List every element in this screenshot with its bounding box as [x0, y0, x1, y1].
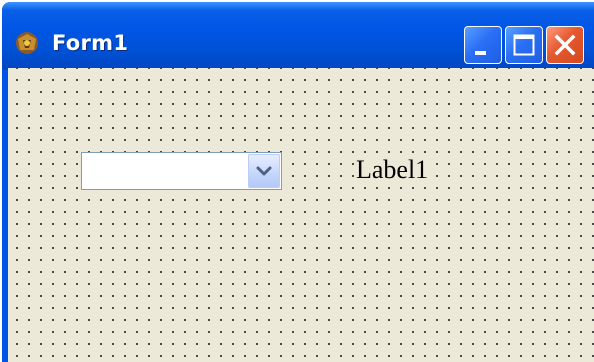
- title-bar[interactable]: Form1: [2, 2, 594, 70]
- form-window: Form1 Label1: [2, 2, 594, 362]
- window-title: Form1: [52, 31, 129, 55]
- close-button[interactable]: [546, 26, 584, 64]
- chevron-down-icon: [256, 166, 272, 176]
- minimize-icon: [475, 51, 486, 55]
- close-icon: [554, 34, 576, 56]
- app-icon[interactable]: [14, 30, 40, 56]
- label1: Label1: [354, 155, 431, 185]
- minimize-button[interactable]: [464, 26, 502, 64]
- maximize-icon: [513, 34, 535, 56]
- form-client-area: Label1: [8, 68, 594, 362]
- combobox[interactable]: [81, 152, 282, 190]
- maximize-button[interactable]: [505, 26, 543, 64]
- combobox-dropdown-button[interactable]: [248, 154, 280, 188]
